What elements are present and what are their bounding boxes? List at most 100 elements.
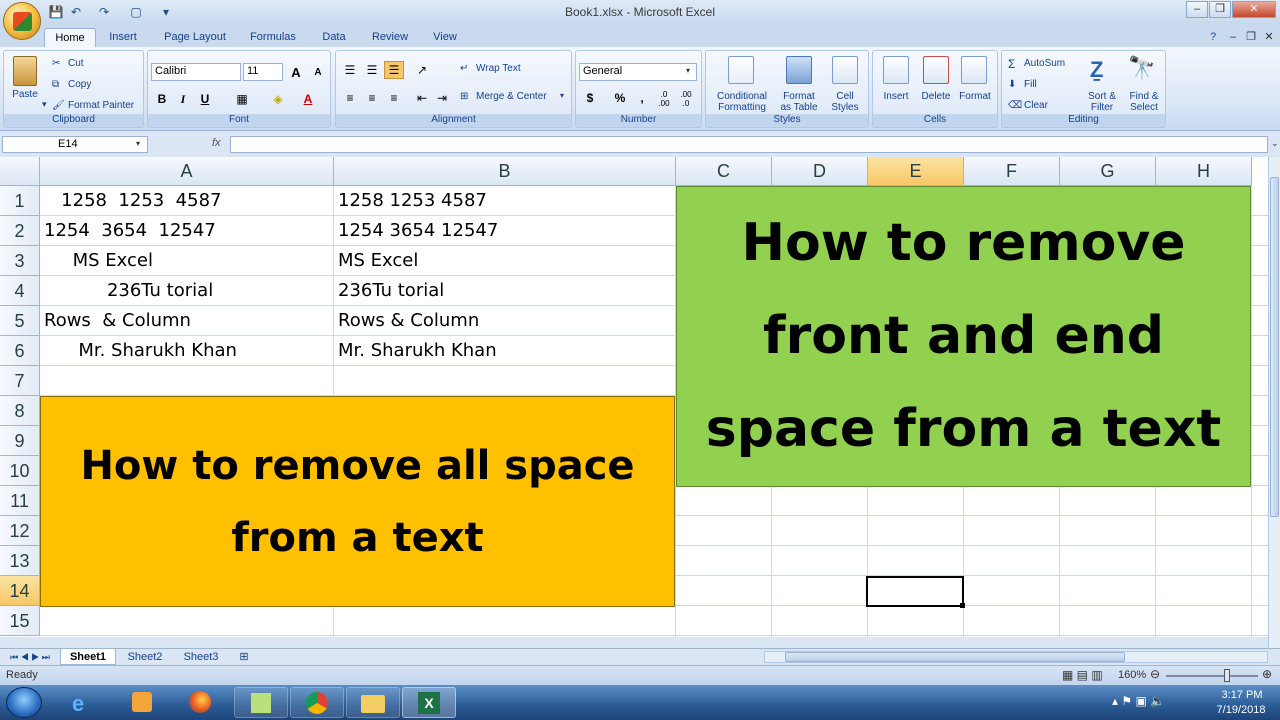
row-header[interactable]: 3	[0, 246, 40, 276]
zoom-out-icon[interactable]: ⊖	[1150, 667, 1160, 681]
clear-button[interactable]: Clear	[1024, 100, 1048, 111]
tab-insert[interactable]: Insert	[100, 28, 146, 48]
row-header[interactable]: 12	[0, 516, 40, 546]
autosum-button[interactable]: AutoSum	[1024, 58, 1065, 69]
column-header-h[interactable]: H	[1156, 157, 1252, 186]
name-box[interactable]: E14	[2, 136, 148, 153]
taskbar-media-player[interactable]	[116, 687, 170, 718]
cell-a6[interactable]: Mr. Sharukh Khan	[44, 336, 332, 366]
grow-font-button[interactable]: A	[286, 63, 306, 81]
currency-button[interactable]: $	[580, 89, 600, 107]
decrease-decimal-button[interactable]: .00 .0	[676, 89, 696, 108]
tab-home[interactable]: Home	[44, 28, 96, 48]
cell-b3[interactable]: MS Excel	[338, 246, 674, 276]
view-buttons[interactable]: ▦ ▤ ▥	[1062, 668, 1103, 682]
fill-color-icon[interactable]: ◈	[268, 90, 288, 108]
office-button[interactable]	[3, 2, 41, 40]
align-center-icon[interactable]: ≡	[362, 89, 382, 107]
cut-button[interactable]: Cut	[68, 58, 84, 69]
formula-input[interactable]	[230, 136, 1268, 153]
column-header-a[interactable]: A	[40, 157, 334, 186]
zoom-in-icon[interactable]: ⊕	[1262, 667, 1272, 681]
row-header[interactable]: 1	[0, 186, 40, 216]
horizontal-scrollbar[interactable]	[764, 651, 1268, 663]
maximize-button[interactable]: ❐	[1209, 1, 1231, 18]
conditional-formatting-button[interactable]: Conditional Formatting	[710, 91, 774, 113]
clock-time[interactable]: 3:17 PM	[1214, 689, 1270, 701]
sheet-tab-sheet3[interactable]: Sheet3	[176, 649, 226, 665]
shrink-font-button[interactable]: A	[308, 63, 328, 81]
decrease-indent-icon[interactable]: ⇤	[412, 89, 432, 107]
column-header-b[interactable]: B	[334, 157, 676, 186]
cell-a1[interactable]: 1258 1253 4587	[44, 186, 332, 216]
orientation-icon[interactable]: ↗	[412, 61, 432, 79]
format-button[interactable]: Format	[955, 91, 995, 102]
number-format-select[interactable]: General	[579, 63, 697, 81]
percent-button[interactable]: %	[610, 89, 630, 107]
align-left-icon[interactable]: ≡	[340, 89, 360, 107]
fill-button[interactable]: Fill	[1024, 79, 1037, 90]
cell-b5[interactable]: Rows & Column	[338, 306, 674, 336]
cell-a2[interactable]: 1254 3654 12547	[44, 216, 332, 246]
increase-decimal-button[interactable]: .0 .00	[654, 89, 674, 108]
row-header[interactable]: 11	[0, 486, 40, 516]
italic-button[interactable]: I	[173, 90, 193, 108]
column-header-g[interactable]: G	[1060, 157, 1156, 186]
row-header[interactable]: 8	[0, 396, 40, 426]
active-cell-e14[interactable]	[866, 576, 964, 607]
cell-styles-button[interactable]: Cell Styles	[826, 91, 864, 113]
column-header-d[interactable]: D	[772, 157, 868, 186]
sort-filter-button[interactable]: Sort & Filter	[1082, 91, 1122, 113]
column-header-c[interactable]: C	[676, 157, 772, 186]
align-right-icon[interactable]: ≡	[384, 89, 404, 107]
copy-button[interactable]: Copy	[68, 79, 91, 90]
font-name-input[interactable]: Calibri	[151, 63, 241, 81]
vertical-scrollbar[interactable]	[1268, 157, 1280, 648]
align-top-icon[interactable]: ☰	[340, 61, 360, 79]
font-color-icon[interactable]: A	[298, 90, 318, 108]
chevron-down-icon[interactable]: ▾	[136, 139, 140, 148]
underline-button[interactable]: U	[195, 90, 215, 108]
cell-b4[interactable]: 236Tu torial	[338, 276, 674, 306]
taskbar-chrome[interactable]	[290, 687, 344, 718]
expand-formula-icon[interactable]: ⌄	[1271, 138, 1279, 149]
row-header[interactable]: 5	[0, 306, 40, 336]
cell-b2[interactable]: 1254 3654 12547	[338, 216, 674, 246]
taskbar-notes[interactable]	[234, 687, 288, 718]
row-header[interactable]: 13	[0, 546, 40, 576]
ribbon-minimize-icon[interactable]: –	[1226, 28, 1240, 48]
zoom-slider[interactable]	[1166, 669, 1258, 682]
fx-icon[interactable]: fx	[212, 137, 221, 149]
align-middle-icon[interactable]: ☰	[362, 61, 382, 79]
cell-b6[interactable]: Mr. Sharukh Khan	[338, 336, 674, 366]
font-size-input[interactable]: 11	[243, 63, 283, 81]
sheet-tab-sheet2[interactable]: Sheet2	[120, 649, 170, 665]
tab-data[interactable]: Data	[314, 28, 354, 48]
cell-a3[interactable]: MS Excel	[44, 246, 332, 276]
tab-page-layout[interactable]: Page Layout	[158, 28, 232, 48]
taskbar-excel[interactable]: X	[402, 687, 456, 718]
row-header[interactable]: 7	[0, 366, 40, 396]
row-header[interactable]: 10	[0, 456, 40, 486]
row-header[interactable]: 15	[0, 606, 40, 636]
tab-review[interactable]: Review	[364, 28, 416, 48]
tab-view[interactable]: View	[426, 28, 464, 48]
align-bottom-icon[interactable]: ☰	[384, 61, 404, 79]
minimize-button[interactable]: –	[1186, 1, 1208, 18]
zoom-slider-thumb[interactable]	[1224, 669, 1230, 682]
right-banner[interactable]: How to remove front and end space from a…	[676, 186, 1251, 487]
row-header[interactable]: 6	[0, 336, 40, 366]
worksheet-grid[interactable]: A B C D E F G H 1 2 3 4 5 6 7 8 9 10 11 …	[0, 157, 1268, 637]
ribbon-restore-icon[interactable]: ❐	[1244, 28, 1258, 48]
select-all-corner[interactable]	[0, 157, 40, 186]
column-header-f[interactable]: F	[964, 157, 1060, 186]
workbook-close-icon[interactable]: ✕	[1262, 28, 1276, 48]
zoom-level[interactable]: 160%	[1118, 669, 1146, 681]
paste-button[interactable]: Paste	[8, 89, 42, 100]
bold-button[interactable]: B	[152, 90, 172, 108]
increase-indent-icon[interactable]: ⇥	[432, 89, 452, 107]
taskbar-firefox[interactable]	[174, 687, 228, 718]
cell-a4[interactable]: 236Tu torial	[44, 276, 332, 306]
left-banner[interactable]: How to remove all space from a text	[40, 396, 675, 607]
insert-sheet-icon[interactable]: ⊞	[232, 649, 256, 665]
